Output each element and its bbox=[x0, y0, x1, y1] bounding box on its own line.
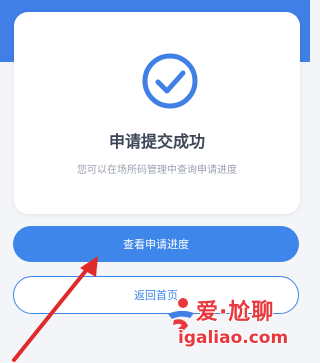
success-card: 申请提交成功 您可以在场所码管理中查询申请进度 bbox=[14, 12, 300, 214]
view-progress-button[interactable]: 查看申请进度 bbox=[13, 226, 299, 262]
watermark-domain: igaliao.com bbox=[178, 328, 289, 348]
check-circle-icon bbox=[142, 53, 198, 109]
watermark-text: 爱·尬聊 bbox=[196, 300, 275, 325]
success-title: 申请提交成功 bbox=[108, 132, 205, 151]
success-subtitle: 您可以在场所码管理中查询申请进度 bbox=[77, 165, 237, 176]
watermark: 爱·尬聊 igaliao.com bbox=[162, 294, 308, 356]
